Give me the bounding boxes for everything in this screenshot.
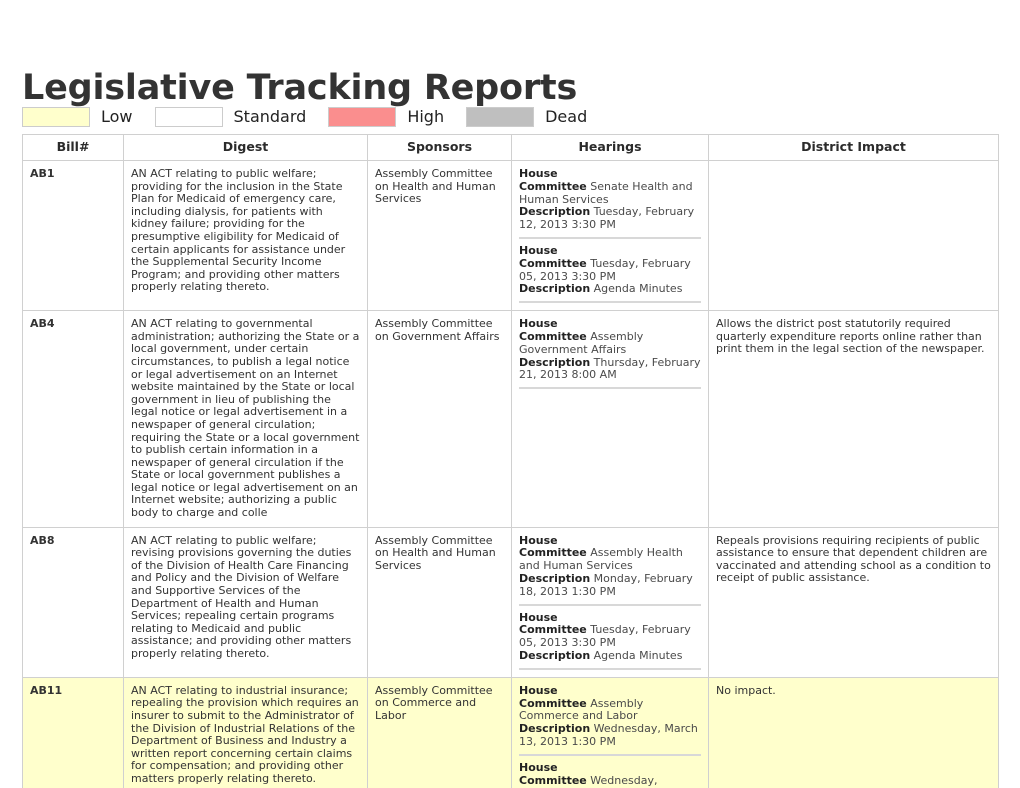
legend-item-dead: Dead (466, 107, 609, 127)
cell-district-impact: Allows the district post statutorily req… (708, 310, 999, 528)
hearing-entry: House Committee Assembly Government Affai… (519, 317, 701, 390)
hearing-field: Committee Tuesday, February 05, 2013 3:3… (519, 624, 701, 650)
legend-item-high: High (328, 107, 466, 127)
hearing-house-label: House (519, 167, 558, 180)
legend-label: Standard (233, 107, 307, 126)
cell-hearings: House Committee Assembly Commerce and Lab… (511, 676, 709, 788)
hearing-description-label: Description (519, 282, 591, 296)
table-row[interactable]: AB1 AN ACT relating to public welfare; pr… (22, 159, 999, 312)
header-row: Bill# Digest Sponsors Hearings District Impa… (22, 134, 999, 161)
cell-hearings: House Committee Assembly Government Affai… (511, 310, 709, 528)
legend-swatch-standard (154, 107, 223, 127)
page-title: Legislative Tracking Reports (22, 68, 578, 109)
legend-label: Dead (545, 107, 588, 126)
legend-swatch-dead (466, 107, 535, 127)
table-row[interactable]: AB11 AN ACT relating to industrial insura… (22, 676, 999, 788)
hearing-field: Committee Assembly Government Affairs (519, 329, 701, 357)
legend-item-standard: Standard (154, 107, 329, 127)
hearing-house-label: House (519, 317, 558, 331)
hearing-committee-label: Committee (519, 179, 587, 193)
cell-bill-number: AB8 (22, 526, 124, 678)
cell-district-impact: No impact. (708, 676, 999, 788)
hearing-committee-label: Committee (519, 546, 587, 560)
column-header-digest[interactable]: Digest (123, 134, 368, 161)
cell-sponsors: Assembly Committee on Commerce and Labor (367, 676, 512, 788)
column-header-district-impact[interactable]: District Impact (708, 134, 999, 161)
hearing-description-value: Agenda Minutes (593, 282, 683, 296)
hearing-description-label: Description (519, 572, 591, 586)
cell-hearings: House Committee Assembly Health and Human… (511, 526, 709, 678)
table-header: Bill# Digest Sponsors Hearings District Impa… (22, 134, 999, 161)
hearing-entry: House Committee Senate Health and Human S… (519, 167, 701, 239)
legend-item-low: Low (22, 107, 155, 127)
hearing-description-label: Description (519, 649, 591, 663)
hearing-entry: House Committee Tuesday, February 05, 201… (519, 243, 701, 304)
hearing-field: Description Agenda Minutes (519, 649, 701, 663)
cell-digest: AN ACT relating to governmental administ… (123, 310, 368, 528)
hearing-field: Description Wednesday, March 13, 2013 1:… (519, 722, 701, 749)
hearing-field: Committee Tuesday, February 05, 2013 3:3… (519, 256, 701, 284)
hearing-field: Committee Assembly Commerce and Labor (519, 696, 701, 724)
hearing-house-label: House (519, 760, 558, 774)
table-row[interactable]: AB8 AN ACT relating to public welfare; re… (22, 526, 999, 678)
report-table-container: Bill# Digest Sponsors Hearings District Impa… (22, 134, 999, 788)
cell-district-impact (708, 159, 999, 312)
hearing-entry: House Committee Tuesday, February 05, 201… (519, 610, 701, 670)
cell-sponsors: Assembly Committee on Government Affairs (367, 310, 512, 528)
cell-bill-number: AB4 (22, 310, 124, 528)
legislative-tracking-table: Bill# Digest Sponsors Hearings District Impa… (22, 134, 999, 788)
legend-label: High (407, 107, 445, 126)
hearing-entry: House Committee Assembly Health and Human… (519, 533, 701, 606)
cell-digest: AN ACT relating to public welfare; revis… (123, 526, 368, 678)
legend-swatch-low (22, 107, 90, 127)
hearing-field: Committee Assembly Health and Human Serv… (519, 547, 701, 573)
cell-digest: AN ACT relating to public welfare; provi… (123, 159, 368, 312)
hearing-committee-label: Committee (519, 256, 587, 270)
page-root: Legislative Tracking Reports Low Standard… (0, 0, 1020, 788)
table-body: AB1 AN ACT relating to public welfare; pr… (22, 159, 999, 788)
hearing-house-label: House (519, 610, 558, 624)
table-row[interactable]: AB4 AN ACT relating to governmental admin… (22, 310, 999, 528)
hearing-description-label: Description (519, 205, 591, 219)
legend-swatch-high (328, 107, 397, 127)
cell-digest: AN ACT relating to industrial insurance;… (123, 676, 368, 788)
hearing-field: Description Monday, February 18, 2013 1:… (519, 572, 701, 599)
hearing-description-label: Description (519, 722, 591, 736)
hearing-house-label: House (519, 533, 558, 547)
cell-bill-number: AB11 (22, 676, 124, 788)
hearing-field: Description Agenda Minutes (519, 282, 701, 296)
cell-district-impact: Repeals provisions requiring recipients … (708, 526, 999, 678)
hearing-field: Committee Wednesday, February 06, 2013 1… (519, 773, 701, 788)
cell-hearings: House Committee Senate Health and Human S… (511, 159, 709, 312)
priority-legend: Low Standard High Dead (22, 106, 609, 128)
hearing-committee-label: Committee (519, 329, 587, 343)
hearing-field: Description Thursday, February 21, 2013 … (519, 355, 701, 383)
hearing-entry: HouseCommittee Wednesday, February 06, 2… (519, 760, 701, 788)
hearing-house-label: House (519, 243, 558, 257)
column-header-bill[interactable]: Bill# (22, 134, 124, 161)
hearing-description-value: Agenda Minutes (593, 649, 683, 663)
cell-bill-number: AB1 (22, 159, 124, 312)
hearing-committee-label: Committee (519, 623, 587, 637)
hearing-field: Committee Senate Health and Human Servic… (519, 179, 701, 207)
column-header-sponsors[interactable]: Sponsors (367, 134, 512, 161)
hearing-committee-label: Committee (519, 696, 587, 710)
column-header-hearings[interactable]: Hearings (511, 134, 709, 161)
legend-label: Low (101, 107, 133, 126)
hearing-committee-label: Committee (519, 773, 587, 787)
hearing-description-label: Description (519, 355, 591, 369)
cell-sponsors: Assembly Committee on Health and Human S… (367, 159, 512, 312)
hearing-entry: House Committee Assembly Commerce and Lab… (519, 683, 701, 756)
hearing-house-label: House (519, 683, 558, 697)
hearing-field: Description Tuesday, February 12, 2013 3… (519, 205, 701, 232)
cell-sponsors: Assembly Committee on Health and Human S… (367, 526, 512, 678)
